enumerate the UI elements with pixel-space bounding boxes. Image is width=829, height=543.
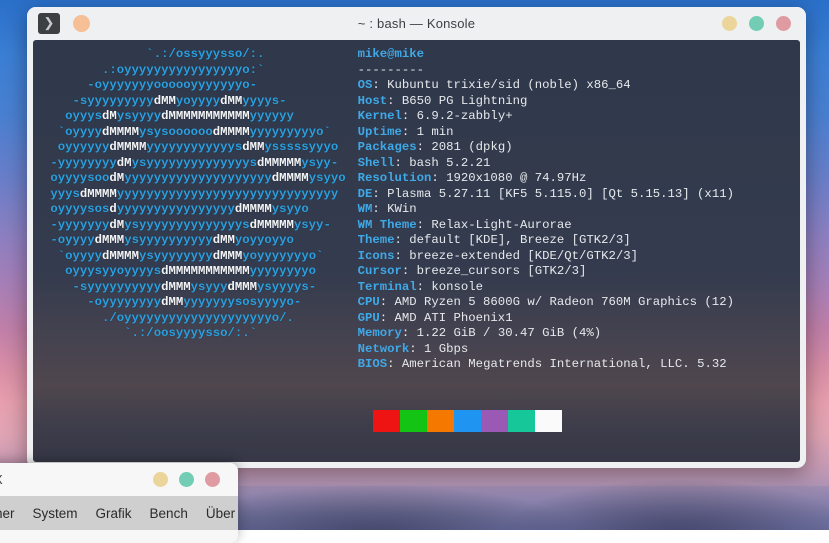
info-row: WM: KWin xyxy=(357,202,417,216)
info-row: Uptime: 1 min xyxy=(357,124,454,139)
info-key: Shell xyxy=(357,155,395,170)
window-title: ~ : bash — Konsole xyxy=(357,16,476,31)
info-row: Kernel: 6.9.2-zabbly+ xyxy=(357,109,513,123)
info-value: default [KDE], Breeze [GTK2/3] xyxy=(409,233,631,247)
info-key: WM xyxy=(357,202,373,216)
info-row: GPU: AMD ATI Phoenix1 xyxy=(357,310,513,325)
info-row: Terminal: konsole xyxy=(357,279,484,294)
secondary-tab[interactable]: Bench xyxy=(141,506,197,521)
info-value: B650 PG Lightning xyxy=(401,93,528,108)
info-key: OS xyxy=(357,78,373,92)
titlebar-orange-indicator[interactable] xyxy=(73,15,90,32)
info-row: CPU: AMD Ryzen 5 8600G w/ Radeon 760M Gr… xyxy=(357,295,734,309)
secondary-minimize-button[interactable] xyxy=(153,472,168,487)
info-value: AMD Ryzen 5 8600G w/ Radeon 760M Graphic… xyxy=(394,295,734,309)
info-key: DE xyxy=(357,186,373,201)
info-value: Plasma 5.27.11 [KF5 5.115.0] [Qt 5.15.13… xyxy=(387,186,734,201)
info-row: OS: Kubuntu trixie/sid (noble) x86_64 xyxy=(357,78,631,92)
info-value: Kubuntu trixie/sid (noble) x86_64 xyxy=(387,78,631,92)
maximize-button[interactable] xyxy=(749,16,764,31)
info-key: Network xyxy=(357,341,410,356)
info-row: Host: B650 PG Lightning xyxy=(357,93,528,108)
window-controls[interactable] xyxy=(722,16,806,31)
info-value: KWin xyxy=(387,202,417,216)
palette-swatch xyxy=(453,409,481,432)
info-key: WM Theme xyxy=(357,217,417,232)
info-value: breeze-extended [KDE/Qt/GTK2/3] xyxy=(409,248,639,263)
secondary-window-titlebar[interactable]: X xyxy=(0,463,238,496)
konsole-titlebar[interactable]: ❯ ~ : bash — Konsole xyxy=(27,7,806,40)
secondary-tab[interactable]: System xyxy=(24,506,87,521)
info-key: Icons xyxy=(357,248,395,263)
konsole-icon: ❯ xyxy=(38,13,60,34)
info-divider: --------- xyxy=(357,62,425,77)
secondary-window-title: X xyxy=(0,472,3,487)
info-value: breeze_cursors [GTK2/3] xyxy=(416,264,587,278)
info-key: Memory xyxy=(357,326,402,340)
info-value: 1 min xyxy=(416,124,454,139)
info-key: Packages xyxy=(357,140,417,154)
info-value: 6.9.2-zabbly+ xyxy=(416,109,513,123)
neofetch-ascii-logo: `.:/ossyyysso/:. .:oyyyyyyyyyyyyyyyyo:` … xyxy=(50,47,346,340)
info-value: 2081 (dpkg) xyxy=(431,140,513,154)
info-value: American Megatrends International, LLC. … xyxy=(401,357,727,371)
info-value: 1 Gbps xyxy=(424,341,469,356)
minimize-button[interactable] xyxy=(722,16,737,31)
info-row: Network: 1 Gbps xyxy=(357,341,469,356)
info-row: Cursor: breeze_cursors [GTK2/3] xyxy=(357,264,587,278)
palette-swatch xyxy=(507,409,535,432)
neofetch-color-palette xyxy=(346,379,734,463)
palette-swatch xyxy=(372,409,400,432)
secondary-tab[interactable]: her xyxy=(0,506,24,521)
secondary-window-controls[interactable] xyxy=(153,472,238,487)
palette-swatch xyxy=(480,409,508,432)
palette-swatch xyxy=(534,409,562,432)
secondary-close-button[interactable] xyxy=(205,472,220,487)
info-value: AMD ATI Phoenix1 xyxy=(394,310,513,325)
info-key: Kernel xyxy=(357,109,402,123)
info-key: Uptime xyxy=(357,124,402,139)
info-row: WM Theme: Relax-Light-Aurorae xyxy=(357,217,572,232)
info-row: Resolution: 1920x1080 @ 74.97Hz xyxy=(357,171,587,185)
info-key: Resolution xyxy=(357,171,432,185)
info-row: Packages: 2081 (dpkg) xyxy=(357,140,513,154)
info-key: CPU xyxy=(357,295,380,309)
secondary-window-tabs[interactable]: herSystemGrafikBenchÜber xyxy=(0,496,238,530)
info-value: Relax-Light-Aurorae xyxy=(431,217,572,232)
secondary-tab[interactable]: Über xyxy=(197,506,238,521)
neofetch-info-block: mike@mike --------- OS: Kubuntu trixie/sid… xyxy=(358,47,734,373)
konsole-window[interactable]: ❯ ~ : bash — Konsole `.:/ossyyysso/:. .:… xyxy=(27,7,806,468)
palette-swatch xyxy=(346,410,373,432)
secondary-window[interactable]: X herSystemGrafikBenchÜber xyxy=(0,463,238,543)
palette-row-bright xyxy=(346,409,734,432)
info-value: konsole xyxy=(431,279,484,294)
info-key: Cursor xyxy=(357,264,402,278)
secondary-tab[interactable]: Grafik xyxy=(87,506,141,521)
palette-swatch xyxy=(399,409,427,432)
palette-swatch xyxy=(426,409,454,432)
info-value: bash 5.2.21 xyxy=(409,155,491,170)
info-row: BIOS: American Megatrends International,… xyxy=(357,357,727,371)
info-key: BIOS xyxy=(357,357,388,371)
info-user-host: mike@mike xyxy=(357,47,425,61)
info-row: Icons: breeze-extended [KDE/Qt/GTK2/3] xyxy=(357,248,639,263)
terminal-surface[interactable]: `.:/ossyyysso/:. .:oyyyyyyyyyyyyyyyyo:` … xyxy=(33,40,800,462)
info-key: Terminal xyxy=(357,279,417,294)
info-key: GPU xyxy=(357,310,380,325)
info-value: 1.22 GiB / 30.47 GiB (4%) xyxy=(416,326,602,340)
info-row: Memory: 1.22 GiB / 30.47 GiB (4%) xyxy=(357,326,602,340)
info-row: Theme: default [KDE], Breeze [GTK2/3] xyxy=(357,233,631,247)
info-row: DE: Plasma 5.27.11 [KF5 5.115.0] [Qt 5.1… xyxy=(357,186,734,201)
info-key: Host xyxy=(357,93,388,108)
close-button[interactable] xyxy=(776,16,791,31)
secondary-maximize-button[interactable] xyxy=(179,472,194,487)
info-value: 1920x1080 @ 74.97Hz xyxy=(446,171,587,185)
info-key: Theme xyxy=(357,233,395,247)
info-row: Shell: bash 5.2.21 xyxy=(357,155,491,170)
